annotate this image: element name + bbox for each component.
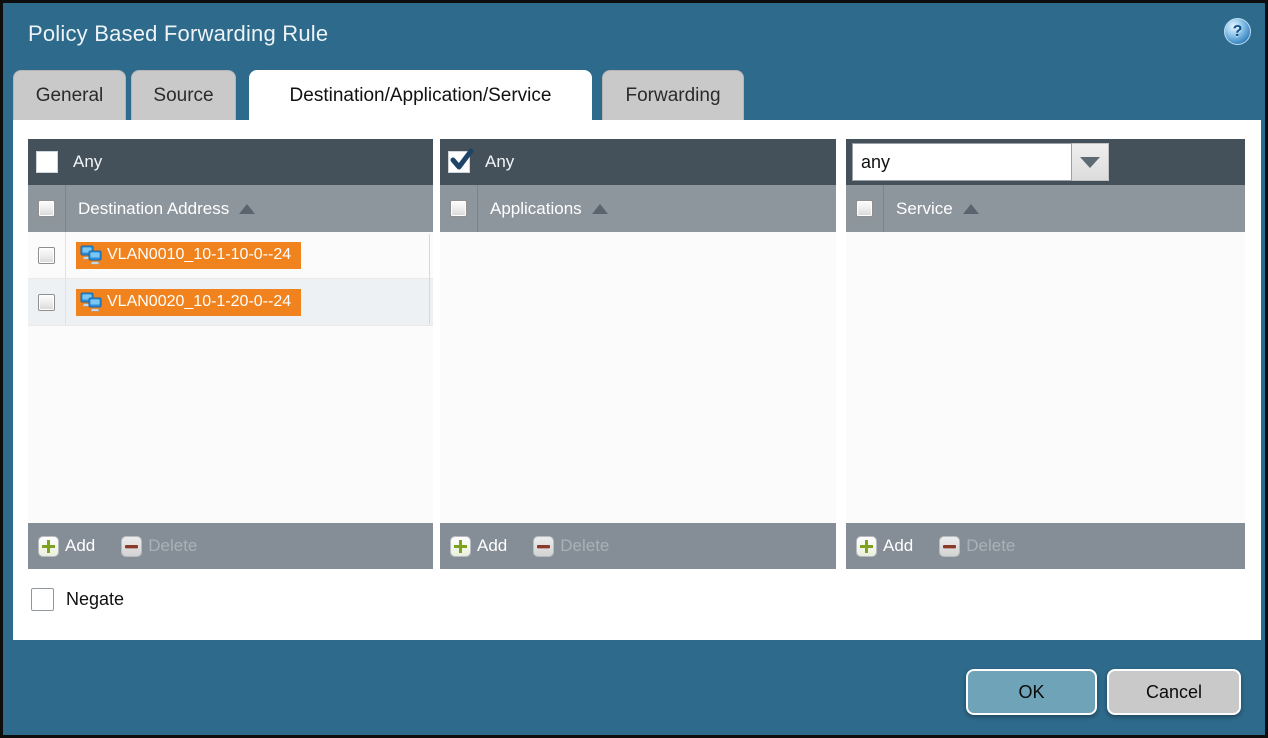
table-row[interactable]: VLAN0020_10-1-20-0--24 — [28, 279, 433, 326]
cancel-button[interactable]: Cancel — [1107, 669, 1241, 715]
tab-destination-application-service[interactable]: Destination/Application/Service — [249, 70, 592, 120]
scrollbar-track[interactable] — [429, 234, 430, 324]
applications-select-all-checkbox[interactable] — [450, 200, 467, 217]
delete-button[interactable]: Delete — [939, 536, 1015, 557]
applications-header[interactable]: Applications — [490, 199, 582, 219]
service-dropdown-value[interactable]: any — [852, 143, 1072, 181]
dropdown-button[interactable] — [1072, 143, 1109, 181]
negate-option: Negate — [31, 588, 124, 611]
destination-any-checkbox[interactable] — [36, 151, 58, 173]
add-plus-icon — [856, 536, 877, 557]
sort-asc-icon[interactable] — [963, 204, 979, 214]
destination-entry-vlan0020[interactable]: VLAN0020_10-1-20-0--24 — [76, 289, 301, 316]
service-select-all-checkbox[interactable] — [856, 200, 873, 217]
destination-entry-label: VLAN0020_10-1-20-0--24 — [107, 293, 291, 311]
destination-address-column: Any Destination Address V — [28, 139, 433, 569]
tab-content-panel: Any Destination Address V — [13, 120, 1261, 640]
destination-select-all-checkbox[interactable] — [38, 200, 55, 217]
tab-source[interactable]: Source — [131, 70, 236, 120]
applications-column: Any Applications Add Delete — [440, 139, 836, 569]
policy-based-forwarding-dialog: { "window": { "title": "Policy Based For… — [0, 0, 1268, 738]
destination-any-bar: Any — [28, 139, 433, 185]
service-header[interactable]: Service — [896, 199, 953, 219]
destination-entry-vlan0010[interactable]: VLAN0010_10-1-10-0--24 — [76, 242, 301, 269]
table-row[interactable]: VLAN0010_10-1-10-0--24 — [28, 232, 433, 279]
chevron-down-icon — [1080, 157, 1100, 168]
negate-label: Negate — [66, 589, 124, 610]
network-address-icon — [80, 245, 102, 265]
applications-any-bar: Any — [440, 139, 836, 185]
delete-button[interactable]: Delete — [533, 536, 609, 557]
applications-footer: Add Delete — [440, 523, 836, 569]
add-button[interactable]: Add — [856, 536, 913, 557]
tab-general[interactable]: General — [13, 70, 126, 120]
applications-any-checkbox[interactable] — [448, 151, 470, 173]
service-column: any Service Add Delete — [846, 139, 1245, 569]
destination-address-header-row: Destination Address — [28, 185, 433, 232]
service-header-row: Service — [846, 185, 1245, 232]
applications-header-row: Applications — [440, 185, 836, 232]
delete-minus-icon — [939, 536, 960, 557]
destination-footer: Add Delete — [28, 523, 433, 569]
row-checkbox[interactable] — [38, 294, 55, 311]
destination-any-label: Any — [73, 152, 102, 172]
tab-bar: General Source Destination/Application/S… — [13, 70, 744, 120]
applications-any-label: Any — [485, 152, 514, 172]
checkmark-icon — [448, 147, 476, 175]
service-any-bar: any — [846, 139, 1245, 185]
add-button[interactable]: Add — [450, 536, 507, 557]
dialog-title: Policy Based Forwarding Rule — [28, 21, 328, 47]
sort-asc-icon[interactable] — [239, 204, 255, 214]
add-button[interactable]: Add — [38, 536, 95, 557]
sort-asc-icon[interactable] — [592, 204, 608, 214]
destination-entry-label: VLAN0010_10-1-10-0--24 — [107, 246, 291, 264]
help-icon[interactable]: ? — [1224, 18, 1251, 45]
destination-address-header[interactable]: Destination Address — [78, 199, 229, 219]
network-address-icon — [80, 292, 102, 312]
row-checkbox[interactable] — [38, 247, 55, 264]
delete-minus-icon — [121, 536, 142, 557]
service-dropdown[interactable]: any — [852, 143, 1109, 181]
negate-checkbox[interactable] — [31, 588, 54, 611]
service-list — [846, 232, 1245, 523]
tab-forwarding[interactable]: Forwarding — [602, 70, 744, 120]
ok-button[interactable]: OK — [966, 669, 1097, 715]
delete-minus-icon — [533, 536, 554, 557]
add-plus-icon — [38, 536, 59, 557]
add-plus-icon — [450, 536, 471, 557]
delete-button[interactable]: Delete — [121, 536, 197, 557]
applications-list — [440, 232, 836, 523]
service-footer: Add Delete — [846, 523, 1245, 569]
destination-address-list: VLAN0010_10-1-10-0--24 VLAN0020_10-1-20-… — [28, 232, 433, 523]
